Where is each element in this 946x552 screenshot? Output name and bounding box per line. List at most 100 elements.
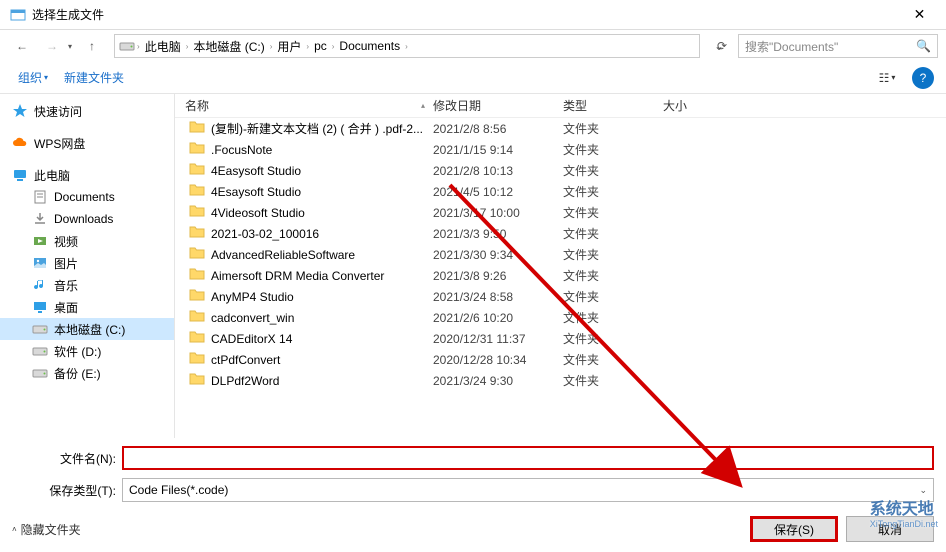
filetype-value: Code Files(*.code) <box>129 483 228 497</box>
organize-button[interactable]: 组织▾ <box>12 67 54 88</box>
column-headers: 名称▴ 修改日期 类型 大小 <box>175 94 946 118</box>
file-name: DLPdf2Word <box>211 374 279 388</box>
crumb-users[interactable]: 用户 <box>274 38 304 55</box>
file-type: 文件夹 <box>563 372 663 389</box>
folder-icon <box>189 161 205 180</box>
file-row[interactable]: .FocusNote2021/1/15 9:14文件夹 <box>175 139 946 160</box>
sidebar-item-wps-[interactable]: WPS网盘 <box>0 132 174 154</box>
folder-icon <box>189 182 205 201</box>
sidebar-item-label: 快速访问 <box>34 103 82 120</box>
sidebar-item-label: 软件 (D:) <box>54 343 101 360</box>
file-row[interactable]: 4Esaysoft Studio2021/4/5 10:12文件夹 <box>175 181 946 202</box>
search-icon: 🔍 <box>916 39 931 53</box>
file-row[interactable]: cadconvert_win2021/2/6 10:20文件夹 <box>175 307 946 328</box>
up-button[interactable]: ↑ <box>78 34 106 58</box>
file-date: 2021/1/15 9:14 <box>433 143 563 157</box>
address-bar[interactable]: › 此电脑› 本地磁盘 (C:)› 用户› pc› Documents› ⌄ <box>114 34 700 58</box>
filename-label: 文件名(N): <box>12 450 122 467</box>
doc-icon <box>32 189 48 205</box>
sidebar-item--[interactable]: 快速访问 <box>0 100 174 122</box>
file-type: 文件夹 <box>563 183 663 200</box>
sidebar-item--[interactable]: 此电脑 <box>0 164 174 186</box>
hide-folders-link[interactable]: ˄ 隐藏文件夹 <box>12 521 81 538</box>
crumb-pc[interactable]: 此电脑 <box>142 38 184 55</box>
crumb-documents[interactable]: Documents <box>336 39 403 53</box>
folder-icon <box>189 203 205 222</box>
col-size[interactable]: 大小 <box>663 97 946 114</box>
save-button[interactable]: 保存(S) <box>750 516 838 542</box>
file-row[interactable]: AnyMP4 Studio 2021/3/24 8:58文件夹 <box>175 286 946 307</box>
file-date: 2021/3/8 9:26 <box>433 269 563 283</box>
view-mode-button[interactable]: ☷▾ <box>872 67 902 89</box>
col-type[interactable]: 类型 <box>563 97 663 114</box>
address-dropdown-icon[interactable]: ⌄ <box>710 39 728 53</box>
file-date: 2021/4/5 10:12 <box>433 185 563 199</box>
file-row[interactable]: (复制)-新建文本文档 (2) ( 合并 ) .pdf-2...2021/2/8… <box>175 118 946 139</box>
file-date: 2020/12/31 11:37 <box>433 332 563 346</box>
file-date: 2020/12/28 10:34 <box>433 353 563 367</box>
search-input[interactable]: 搜索"Documents" 🔍 <box>738 34 938 58</box>
file-date: 2021/3/3 9:50 <box>433 227 563 241</box>
forward-button[interactable]: → <box>38 34 66 58</box>
sidebar-item--[interactable]: 图片 <box>0 252 174 274</box>
watermark: 系统天地 XiTongTianDi.net <box>870 495 938 529</box>
cloud-icon <box>12 135 28 151</box>
file-row[interactable]: 4Videosoft Studio2021/3/17 10:00文件夹 <box>175 202 946 223</box>
file-row[interactable]: CADEditorX 142020/12/31 11:37文件夹 <box>175 328 946 349</box>
close-button[interactable]: ✕ <box>897 0 942 30</box>
sidebar-item--[interactable]: 桌面 <box>0 296 174 318</box>
file-name: AnyMP4 Studio <box>211 290 294 304</box>
file-row[interactable]: AdvancedReliableSoftware2021/3/30 9:34文件… <box>175 244 946 265</box>
sort-indicator-icon: ▴ <box>421 101 425 110</box>
help-button[interactable]: ? <box>912 67 934 89</box>
sidebar-item-documents[interactable]: Documents <box>0 186 174 208</box>
file-row[interactable]: DLPdf2Word2021/3/24 9:30文件夹 <box>175 370 946 391</box>
drive-icon <box>119 38 135 54</box>
toolbar: 组织▾ 新建文件夹 ☷▾ ? <box>0 62 946 94</box>
file-row[interactable]: Aimersoft DRM Media Converter 2021/3/8 9:… <box>175 265 946 286</box>
sidebar-item-label: 视频 <box>54 233 78 250</box>
file-type: 文件夹 <box>563 120 663 137</box>
sidebar-item--[interactable]: 音乐 <box>0 274 174 296</box>
filename-input[interactable] <box>122 446 934 470</box>
video-icon <box>32 233 48 249</box>
sidebar-item-label: 桌面 <box>54 299 78 316</box>
file-type: 文件夹 <box>563 225 663 242</box>
sidebar-item--[interactable]: 视频 <box>0 230 174 252</box>
filetype-select[interactable]: Code Files(*.code) ⌄ <box>122 478 934 502</box>
file-row[interactable]: 4Easysoft Studio2021/2/8 10:13文件夹 <box>175 160 946 181</box>
back-button[interactable]: ← <box>8 34 36 58</box>
nav-bar: ← → ▾ ↑ › 此电脑› 本地磁盘 (C:)› 用户› pc› Docume… <box>0 30 946 62</box>
file-name: 2021-03-02_100016 <box>211 227 319 241</box>
chevron-down-icon: ⌄ <box>919 485 927 496</box>
sidebar-item-downloads[interactable]: Downloads <box>0 208 174 230</box>
file-row[interactable]: 2021-03-02_100016 2021/3/3 9:50文件夹 <box>175 223 946 244</box>
crumb-pc-user[interactable]: pc <box>311 39 330 53</box>
folder-icon <box>189 245 205 264</box>
pic-icon <box>32 255 48 271</box>
folder-icon <box>189 119 205 138</box>
file-date: 2021/3/24 8:58 <box>433 290 563 304</box>
file-name: CADEditorX 14 <box>211 332 292 346</box>
file-type: 文件夹 <box>563 351 663 368</box>
file-type: 文件夹 <box>563 162 663 179</box>
sidebar-item--c-[interactable]: 本地磁盘 (C:) <box>0 318 174 340</box>
new-folder-button[interactable]: 新建文件夹 <box>58 67 130 88</box>
history-dropdown[interactable]: ▾ <box>68 42 72 51</box>
sidebar-item-label: 备份 (E:) <box>54 365 101 382</box>
folder-icon <box>189 224 205 243</box>
sidebar-item--d-[interactable]: 软件 (D:) <box>0 340 174 362</box>
desktop-icon <box>32 299 48 315</box>
file-name: Aimersoft DRM Media Converter <box>211 269 384 283</box>
crumb-drive-c[interactable]: 本地磁盘 (C:) <box>190 38 267 55</box>
folder-icon <box>189 308 205 327</box>
file-row[interactable]: ctPdfConvert2020/12/28 10:34文件夹 <box>175 349 946 370</box>
file-list: 名称▴ 修改日期 类型 大小 (复制)-新建文本文档 (2) ( 合并 ) .p… <box>175 94 946 438</box>
folder-icon <box>189 266 205 285</box>
file-date: 2021/3/30 9:34 <box>433 248 563 262</box>
file-type: 文件夹 <box>563 288 663 305</box>
col-name[interactable]: 名称▴ <box>175 97 433 114</box>
sidebar-item--e-[interactable]: 备份 (E:) <box>0 362 174 384</box>
col-date[interactable]: 修改日期 <box>433 97 563 114</box>
body: 快速访问 WPS网盘此电脑DocumentsDownloads 视频图片音乐桌面本地… <box>0 94 946 438</box>
